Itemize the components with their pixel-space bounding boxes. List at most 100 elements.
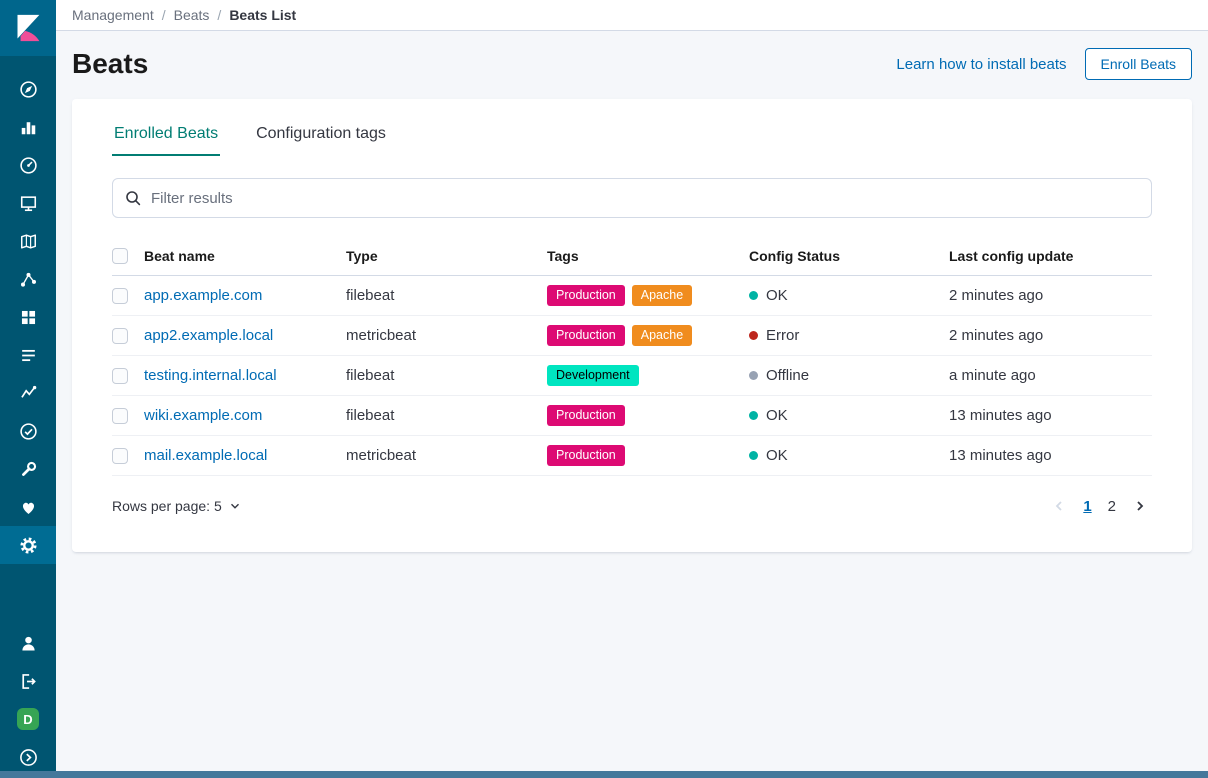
pagination: 12 <box>1047 494 1152 518</box>
row-checkbox[interactable] <box>112 368 128 384</box>
beat-tags: Development <box>547 365 639 386</box>
sidebar-item-uptime[interactable] <box>0 412 56 450</box>
maps-icon <box>19 232 38 251</box>
table-row: app2.example.local metricbeat Production… <box>112 316 1152 356</box>
pagination-page-1[interactable]: 1 <box>1075 496 1099 517</box>
status-label: OK <box>766 407 788 424</box>
beat-tags: Production <box>547 445 625 466</box>
beat-name-link[interactable]: app.example.com <box>144 287 262 304</box>
status-dot <box>749 451 758 460</box>
canvas-icon <box>19 194 38 213</box>
table-row: testing.internal.local filebeat Developm… <box>112 356 1152 396</box>
sidebar-item-management[interactable] <box>0 526 56 564</box>
space-switcher[interactable]: D <box>0 700 56 738</box>
column-header-tags: Tags <box>547 236 749 276</box>
config-status: OK <box>749 407 788 424</box>
breadcrumb-separator: / <box>217 7 221 23</box>
beats-panel: Enrolled Beats Configuration tags Beat n… <box>72 99 1192 552</box>
collapse-icon <box>19 748 38 767</box>
status-label: OK <box>766 447 788 464</box>
breadcrumb-management[interactable]: Management <box>72 7 154 23</box>
sidebar-item-dev-tools[interactable] <box>0 450 56 488</box>
filter-results-input[interactable] <box>151 190 1139 207</box>
sidebar-nav-bottom: D <box>0 624 56 778</box>
tag-badge-development: Development <box>547 365 639 386</box>
beat-name-link[interactable]: app2.example.local <box>144 327 273 344</box>
table-footer: Rows per page: 5 12 <box>112 494 1152 518</box>
logs-icon <box>19 346 38 365</box>
chevron-left-icon <box>1051 498 1067 514</box>
beat-type: filebeat <box>346 287 394 304</box>
account-button[interactable] <box>0 624 56 662</box>
select-all-checkbox[interactable] <box>112 248 128 264</box>
filter-search-box <box>112 178 1152 218</box>
config-status: Error <box>749 327 799 344</box>
visualize-icon <box>19 118 38 137</box>
rows-per-page-button[interactable]: Rows per page: 5 <box>112 498 242 514</box>
sidebar-item-apm[interactable] <box>0 374 56 412</box>
apm-icon <box>19 384 38 403</box>
kibana-logo[interactable] <box>0 0 56 56</box>
search-icon <box>125 190 141 206</box>
page-header: Beats Learn how to install beats Enroll … <box>56 31 1208 99</box>
header-actions: Learn how to install beats Enroll Beats <box>896 48 1192 80</box>
beat-tags: Production Apache <box>547 325 692 346</box>
tag-badge-production: Production <box>547 405 625 426</box>
status-dot <box>749 411 758 420</box>
tabs: Enrolled Beats Configuration tags <box>112 119 1152 156</box>
breadcrumb: Management / Beats / Beats List <box>56 0 1208 31</box>
sidebar-item-maps[interactable] <box>0 222 56 260</box>
sidebar-item-canvas[interactable] <box>0 184 56 222</box>
beat-type: metricbeat <box>346 327 416 344</box>
sidebar-item-machine-learning[interactable] <box>0 260 56 298</box>
learn-install-beats-link[interactable]: Learn how to install beats <box>896 56 1066 73</box>
config-status: Offline <box>749 367 809 384</box>
table-row: mail.example.local metricbeat Production… <box>112 436 1152 476</box>
config-status: OK <box>749 287 788 304</box>
last-config-update: 13 minutes ago <box>949 447 1052 464</box>
logout-icon <box>19 672 38 691</box>
beat-name-link[interactable]: mail.example.local <box>144 447 267 464</box>
breadcrumb-separator: / <box>162 7 166 23</box>
breadcrumb-beats[interactable]: Beats <box>174 7 210 23</box>
row-checkbox[interactable] <box>112 448 128 464</box>
kibana-logo-icon <box>14 14 42 42</box>
last-config-update: 13 minutes ago <box>949 407 1052 424</box>
tab-configuration-tags[interactable]: Configuration tags <box>254 119 388 156</box>
beat-name-link[interactable]: testing.internal.local <box>144 367 277 384</box>
tag-badge-production: Production <box>547 325 625 346</box>
sidebar-item-discover[interactable] <box>0 70 56 108</box>
monitoring-icon <box>19 498 38 517</box>
tag-badge-production: Production <box>547 445 625 466</box>
beats-table-body: app.example.com filebeat Production Apach… <box>112 276 1152 476</box>
beats-table: Beat name Type Tags Config Status Last c… <box>112 236 1152 476</box>
breadcrumb-beats-list: Beats List <box>229 7 296 23</box>
sidebar-item-visualize[interactable] <box>0 108 56 146</box>
config-status: OK <box>749 447 788 464</box>
row-checkbox[interactable] <box>112 328 128 344</box>
pagination-page-2[interactable]: 2 <box>1100 496 1124 517</box>
table-row: app.example.com filebeat ProductionApach… <box>112 276 1152 316</box>
logout-button[interactable] <box>0 662 56 700</box>
sidebar-item-monitoring[interactable] <box>0 488 56 526</box>
status-dot <box>749 291 758 300</box>
beat-tags: ProductionApache <box>547 285 692 306</box>
management-icon <box>19 536 38 555</box>
next-page-button[interactable] <box>1128 494 1152 518</box>
tag-badge-apache: Apache <box>632 325 692 346</box>
sidebar-item-logs[interactable] <box>0 336 56 374</box>
previous-page-button[interactable] <box>1047 494 1071 518</box>
infrastructure-icon <box>19 308 38 327</box>
enroll-beats-button[interactable]: Enroll Beats <box>1085 48 1192 80</box>
row-checkbox[interactable] <box>112 288 128 304</box>
discover-icon <box>19 80 38 99</box>
status-label: OK <box>766 287 788 304</box>
sidebar-item-infrastructure[interactable] <box>0 298 56 336</box>
sidebar-item-dashboard[interactable] <box>0 146 56 184</box>
beat-name-link[interactable]: wiki.example.com <box>144 407 262 424</box>
account-icon <box>19 634 38 653</box>
column-header-beat-name: Beat name <box>144 236 346 276</box>
tab-enrolled-beats[interactable]: Enrolled Beats <box>112 119 220 156</box>
last-config-update: a minute ago <box>949 367 1036 384</box>
row-checkbox[interactable] <box>112 408 128 424</box>
